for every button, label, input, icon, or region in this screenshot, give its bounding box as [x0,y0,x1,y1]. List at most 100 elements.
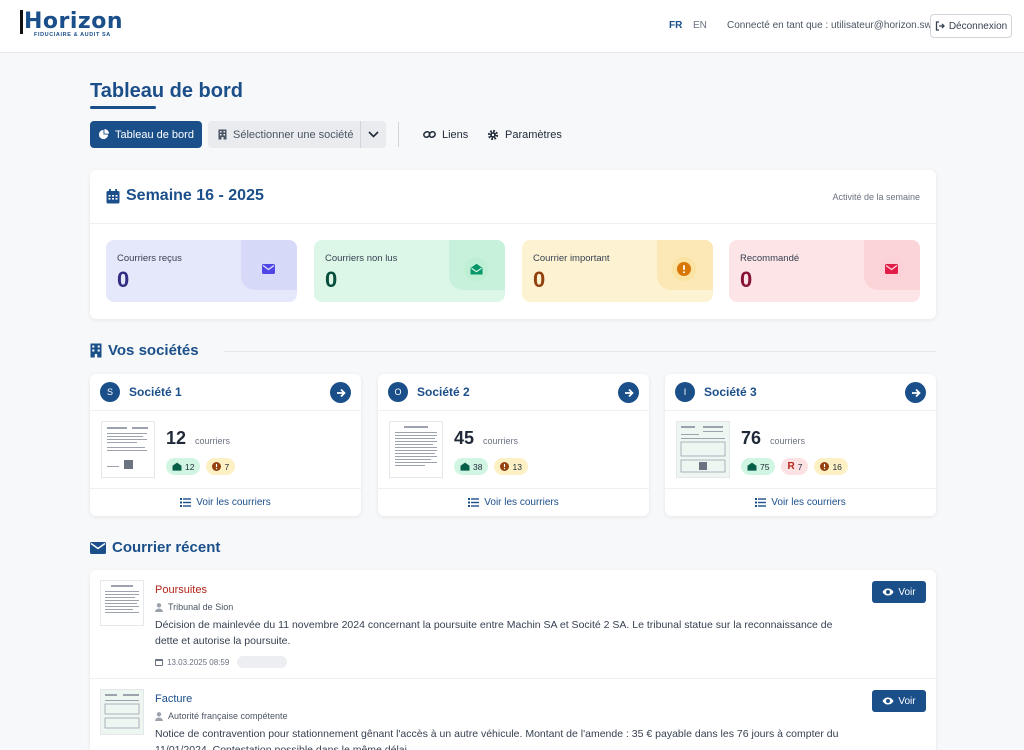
exclamation-circle-icon [212,462,222,471]
envelope-open-icon [747,462,757,471]
lang-fr-link[interactable]: FR [669,20,682,31]
building-icon [90,343,102,358]
row-divider [90,678,936,679]
view-mail-label: Voir [898,695,916,707]
envelope-open-icon [172,462,182,471]
company-card: S Société 1 12 courriers 12 7 Voir les c… [90,374,361,516]
registered-badge: R 7 [781,458,809,475]
companies-section-label: Vos sociétés [108,342,199,359]
company-select-toggle[interactable] [360,121,386,148]
unread-count: 75 [760,461,770,472]
company-tag [237,656,288,668]
company-card-header[interactable]: I Société 3 [665,374,936,411]
company-mail-count-label: courriers [195,436,231,446]
important-badge: 7 [206,458,236,475]
document-thumbnail [101,421,155,478]
week-divider [90,223,936,224]
logout-button[interactable]: Déconnexion [930,14,1012,38]
view-mails-link[interactable]: Voir les courriers [90,488,361,516]
envelope-icon [90,541,106,554]
company-select-label: Sélectionner une société [233,128,354,141]
mail-sender: Tribunal de Sion [155,602,233,612]
list-icon [468,498,480,507]
important-badge: 16 [814,458,848,475]
logo-wordmark: Horizon [20,10,123,34]
stat-unread[interactable]: Courriers non lus 0 [314,240,505,302]
company-mail-count: 12 [166,428,187,448]
recent-section-label: Courrier récent [112,539,221,556]
stat-registered-label: Recommandé [740,253,800,264]
building-icon [218,129,227,140]
company-mail-count: 76 [741,428,762,448]
document-thumbnail [676,421,730,478]
links-nav-label: Liens [442,128,469,141]
arrow-right-icon[interactable] [905,382,926,403]
company-mail-count: 45 [454,428,475,448]
arrow-right-icon[interactable] [618,382,639,403]
stat-received-value: 0 [117,267,130,292]
mail-date-text: 13.03.2025 08:59 [167,657,230,667]
companies-section-rule [224,351,936,352]
company-mail-count-label: courriers [770,436,806,446]
page-title: Tableau de bord [90,80,243,102]
list-icon [755,498,767,507]
nav-separator [398,122,399,147]
important-badge: 13 [494,458,528,475]
dashboard-nav-button[interactable]: Tableau de bord [90,121,202,148]
stat-unread-value: 0 [325,267,338,292]
envelope-registered-icon [879,257,903,281]
mail-title[interactable]: Facture [155,693,192,705]
company-name[interactable]: Société 3 [704,385,757,399]
calendar-icon [155,658,163,666]
chevron-down-icon [368,131,379,138]
view-mails-label: Voir les courriers [484,497,559,508]
week-subtitle: Activité de la semaine [832,192,920,202]
user-icon [155,602,163,612]
stat-registered[interactable]: Recommandé 0 [729,240,920,302]
link-icon [423,129,436,140]
company-card: O Société 2 45 courriers 38 13 Voir les … [378,374,649,516]
important-count: 7 [224,461,230,472]
view-mails-link[interactable]: Voir les courriers [665,488,936,516]
pie-chart-icon [98,129,110,140]
unread-badge: 38 [454,458,489,475]
company-name[interactable]: Société 1 [129,385,182,399]
title-underline [90,106,156,109]
company-card-header[interactable]: S Société 1 [90,374,361,411]
company-mail-count-label: courriers [483,436,519,446]
view-mail-button[interactable]: Voir [872,690,926,712]
envelope-open-icon [460,462,470,471]
horizon-logo[interactable]: Horizon FIDUCIAIRE & AUDIT SA [20,10,123,38]
company-select[interactable]: Sélectionner une société [208,121,360,148]
mail-sender-name: Tribunal de Sion [168,602,234,612]
stat-received-label: Courriers reçus [117,253,182,264]
view-mails-link[interactable]: Voir les courriers [378,488,649,516]
settings-nav-link[interactable]: Paramètres [487,121,567,148]
companies-section-title: Vos sociétés [90,342,199,359]
company-card-header[interactable]: O Société 2 [378,374,649,411]
company-name[interactable]: Société 2 [417,385,470,399]
arrow-right-icon[interactable] [330,382,351,403]
mail-title[interactable]: Poursuites [155,584,207,596]
logo-subtitle: FIDUCIAIRE & AUDIT SA [34,32,111,38]
envelope-open-icon [464,257,488,281]
view-mail-label: Voir [898,586,916,598]
document-thumbnail [389,421,443,478]
view-mails-label: Voir les courriers [771,497,846,508]
links-nav-link[interactable]: Liens [423,121,473,148]
stat-registered-value: 0 [740,267,753,292]
envelope-icon [256,257,280,281]
important-count: 13 [512,461,522,472]
stat-received[interactable]: Courriers reçus 0 [106,240,297,302]
view-mail-button[interactable]: Voir [872,581,926,603]
lang-en-link[interactable]: EN [693,20,707,31]
logout-label: Déconnexion [948,20,1008,32]
user-icon [155,711,163,721]
stat-important[interactable]: Courrier important 0 [522,240,713,302]
calendar-icon [106,188,120,204]
exclamation-circle-icon [820,462,830,471]
week-title-text: Semaine 16 - 2025 [126,187,264,204]
list-icon [180,498,192,507]
exclamation-circle-icon [672,257,696,281]
company-badges: 38 13 [454,458,528,475]
